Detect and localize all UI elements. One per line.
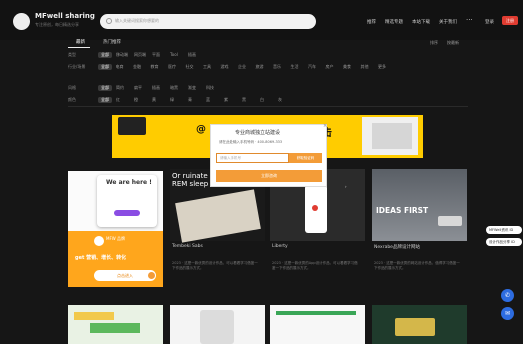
card-thumb-text-4: IDEAS FIRST (376, 206, 429, 215)
search-placeholder: 输入关键词搜索你想要的 (115, 18, 159, 23)
poster-headline: get 营销、增长、转化 (75, 255, 127, 261)
tab-popular[interactable]: 热门推荐 (103, 39, 121, 45)
banner-screenshot-detail (372, 123, 412, 149)
filter-option[interactable]: 绿 (170, 97, 174, 103)
filter-option[interactable]: 白 (260, 97, 264, 103)
filter-option[interactable]: 更多 (378, 64, 386, 70)
close-icon[interactable]: × (323, 123, 327, 129)
filter-option[interactable]: 汽车 (308, 64, 316, 70)
site-subtitle: 专注原创，每日精选分享 (35, 22, 79, 27)
card-desc-4: 2023 · 这是一款优秀的网站设计作品，值得学习借鉴一下作品的展示方式。 (374, 261, 460, 270)
poster-badge-icon (94, 236, 104, 246)
filter-option[interactable]: 房产 (326, 64, 334, 70)
filter-option[interactable]: 简约 (116, 85, 124, 91)
submit-button[interactable]: 立即咨询 (216, 170, 322, 182)
poster-phone-title: We are here ! (106, 179, 152, 186)
filter-option[interactable]: 企业 (238, 64, 246, 70)
card-title-3[interactable]: Liberty (272, 244, 288, 249)
filter-option[interactable]: 移动端 (116, 52, 128, 58)
card-thumbnail-4[interactable] (372, 169, 467, 241)
filter-option[interactable]: 全部 (98, 52, 112, 58)
filter-option[interactable]: 暗黑 (170, 85, 178, 91)
filter-option[interactable]: 全部 (98, 85, 112, 91)
sort-label: 排序 (430, 40, 438, 45)
filter-option[interactable]: 平面 (152, 52, 160, 58)
popup-subtitle: 请在此处输入手机号码 · 400-8069-333 (219, 140, 283, 144)
card-title-2[interactable]: Tembeki Sabs (172, 244, 203, 249)
filter-option[interactable]: 橙 (134, 97, 138, 103)
nav-link-2[interactable]: 精选专题 (385, 19, 403, 25)
card-thumb-car-4 (438, 216, 462, 226)
filter-option[interactable]: 工具 (203, 64, 211, 70)
card-thumb-5-block (74, 312, 114, 320)
site-logo-icon[interactable] (13, 13, 30, 30)
nav-link-1[interactable]: 推荐 (367, 19, 376, 25)
banner-graphic (118, 117, 146, 135)
filter-option[interactable]: 灰 (278, 97, 282, 103)
filter-label-1: 行业/场景 (68, 64, 86, 69)
filter-option[interactable]: 全部 (98, 97, 112, 103)
filter-option[interactable]: 网页端 (134, 52, 146, 58)
card-desc-2: 2023 · 这是一款优秀的设计作品，可以看看学习借鉴一下作品的展示方式。 (172, 261, 258, 270)
filter-option[interactable]: 社交 (186, 64, 194, 70)
active-tab-underline (68, 47, 90, 48)
card-thumb-8-card (395, 318, 435, 336)
nav-link-4[interactable]: 关于我们 (439, 19, 457, 25)
filter-option[interactable]: 蓝 (206, 97, 210, 103)
card-desc-3: 2023 · 这是一款优秀的App设计作品，可以看看学习借鉴一下作品的展示方式。 (272, 261, 358, 270)
side-pill-2[interactable]: 设计作品分享 ID (486, 238, 522, 246)
filter-option[interactable]: 红 (116, 97, 120, 103)
filter-label-0: 类型 (68, 52, 76, 57)
filter-option[interactable]: Tool (170, 52, 178, 57)
filter-option[interactable]: 渐变 (188, 85, 196, 91)
filter-option[interactable]: 美食 (343, 64, 351, 70)
filter-label-3: 颜色 (68, 97, 76, 102)
register-button[interactable]: 注册 (502, 16, 518, 25)
filter-option[interactable]: 电商 (116, 64, 124, 70)
filter-option[interactable]: 医疗 (168, 64, 176, 70)
filter-option[interactable]: 插画 (152, 85, 160, 91)
filter-option[interactable]: 游戏 (221, 64, 229, 70)
banner-text-start: @ (196, 124, 206, 135)
get-code-button[interactable]: 获取验证码 (289, 153, 322, 163)
card-thumb-5-block2 (90, 323, 140, 333)
filter-option[interactable]: 黑 (242, 97, 246, 103)
poster-enter-button[interactable]: 点击进入 (94, 270, 156, 281)
filter-option[interactable]: 生活 (291, 64, 299, 70)
site-title[interactable]: MFwell sharing (35, 12, 95, 20)
chat-icon[interactable]: ✉ (501, 307, 514, 320)
card-thumb-mark-3: › (345, 184, 347, 189)
popup-title: 专业商城独立站建设 (235, 130, 281, 136)
phone-input-placeholder: 请输入手机号 (220, 156, 241, 160)
filter-option[interactable]: 黄 (152, 97, 156, 103)
phone-icon[interactable]: ✆ (501, 289, 514, 302)
map-pin-icon (312, 205, 318, 211)
side-pill-1[interactable]: MFWell资讯 ID (486, 226, 522, 234)
sort-select[interactable]: 按最新 (447, 40, 459, 46)
login-link[interactable]: 登录 (485, 19, 494, 25)
filter-option[interactable]: 音乐 (273, 64, 281, 70)
search-icon (106, 18, 112, 24)
filter-option[interactable]: 青 (188, 97, 192, 103)
poster-phone-button (114, 210, 140, 216)
card-title-4[interactable]: Nexrabe品牌设计网站 (374, 244, 420, 250)
filter-option[interactable]: 紫 (224, 97, 228, 103)
poster-badge-text: MFW 品牌 (106, 236, 125, 241)
filter-option[interactable]: 教育 (151, 64, 159, 70)
filter-option[interactable]: 扁平 (134, 85, 142, 91)
filter-option[interactable]: 金融 (133, 64, 141, 70)
nav-link-3[interactable]: 本站下载 (412, 19, 430, 25)
filter-option[interactable]: 插画 (188, 52, 196, 58)
filter-option[interactable]: 科技 (206, 85, 214, 91)
tab-latest[interactable]: 最新 (76, 39, 85, 45)
filter-option[interactable]: 全部 (98, 64, 112, 70)
filter-divider (68, 106, 468, 107)
more-menu-icon[interactable]: ··· (466, 16, 473, 24)
filter-option[interactable]: 旅游 (256, 64, 264, 70)
filter-option[interactable]: 其他 (361, 64, 369, 70)
card-thumb-6-block (200, 310, 234, 344)
card-thumb-7-bar (276, 311, 356, 315)
arrow-icon (148, 272, 155, 279)
filter-label-2: 风格 (68, 85, 76, 90)
